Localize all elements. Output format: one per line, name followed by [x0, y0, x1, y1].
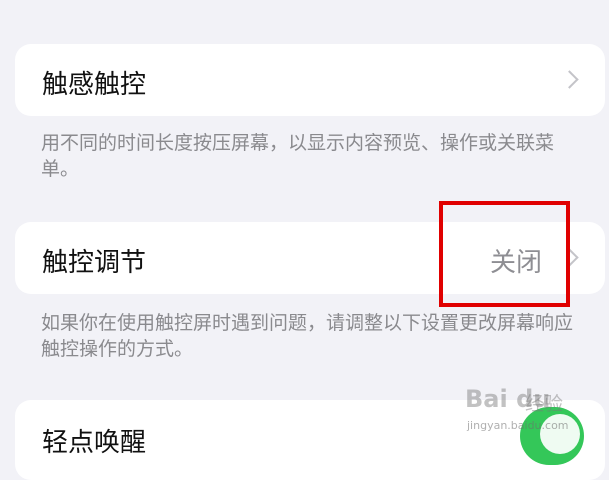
touch-accommodations-label: 触控调节	[42, 248, 147, 278]
chevron-right-icon	[560, 70, 579, 89]
tap-to-wake-label: 轻点唤醒	[42, 428, 147, 458]
haptic-touch-label: 触感触控	[42, 70, 147, 100]
watermark-url: jingyan.baidu.com	[467, 419, 569, 432]
red-highlight-box	[439, 201, 570, 307]
baidu-watermark: Bai du 经验 jingyan.baidu.com	[465, 383, 580, 438]
haptic-touch-row[interactable]: 触感触控	[15, 44, 605, 116]
touch-accommodations-footnote: 如果你在使用触控屏时遇到问题，请调整以下设置更改屏幕响应触控操作的方式。	[41, 312, 574, 360]
haptic-touch-footnote: 用不同的时间长度按压屏幕，以显示内容预览、操作或关联菜单。	[41, 132, 555, 180]
watermark-sub: 经验	[525, 393, 564, 415]
